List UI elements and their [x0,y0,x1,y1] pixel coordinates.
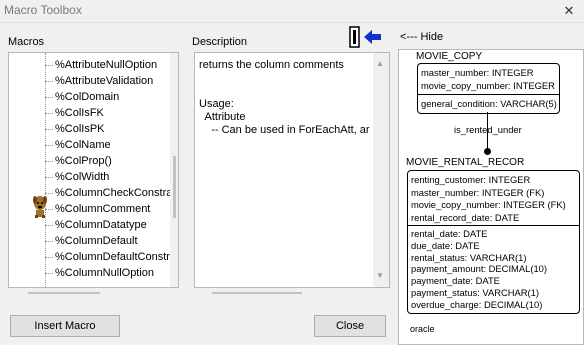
tree-connector [45,129,53,130]
description-hscrollbar[interactable] [194,288,390,298]
macro-item[interactable]: %ColumnDefaultConstr [55,249,170,265]
title-bar: Macro Toolbox ✕ [0,0,584,23]
close-icon[interactable]: ✕ [560,3,578,19]
macro-item[interactable]: %AttributeNullOption [55,57,157,73]
macro-item[interactable]: %AttributeValidation [55,73,153,89]
macro-item[interactable]: %ColumnDatatype [55,217,147,233]
scroll-up-icon[interactable]: ▲ [376,59,384,68]
attribute: payment_date: DATE [411,275,500,287]
macro-list-hscroll-thumb[interactable] [28,292,100,294]
tree-connector [45,241,53,242]
attribute: payment_amount: DECIMAL(10) [411,263,547,275]
description-label: Description [192,36,248,48]
tree-connector [45,97,53,98]
divider [418,94,559,95]
database-label: oracle [410,324,435,334]
left-arrow-icon[interactable] [349,26,383,48]
attribute: rental_record_date: DATE [411,211,520,223]
entity-name: MOVIE_COPY [416,51,483,62]
description-hscroll-thumb[interactable] [212,292,302,294]
macro-list-scrollbar[interactable] [170,53,178,287]
erd-preview: MOVIE_COPY master_number: INTEGER movie_… [398,49,584,345]
macro-item[interactable]: %ColumnDefault [55,233,138,249]
relationship-label: is_rented_under [454,124,522,135]
attribute: master_number: INTEGER [421,67,534,78]
attribute: movie_copy_number: INTEGER [421,80,555,91]
attribute: master_number: INTEGER (FK) [411,186,545,198]
macro-item[interactable]: %ColIsFK [55,105,104,121]
macros-label: Macros [8,36,45,48]
entity-movie-rental-record: renting_customer: INTEGER master_number: … [407,170,580,314]
tree-connector [45,225,53,226]
attribute: general_condition: VARCHAR(5) [421,98,557,109]
window-title: Macro Toolbox [4,3,82,17]
description-scrollbar[interactable]: ▲ ▼ [373,53,389,287]
tree-connector [45,273,53,274]
attribute: due_date: DATE [411,239,480,251]
entity-movie-copy: master_number: INTEGER movie_copy_number… [417,63,560,114]
insert-macro-button[interactable]: Insert Macro [10,315,120,337]
hide-link[interactable]: <--- Hide [400,31,443,43]
attribute: payment_status: VARCHAR(1) [411,287,539,298]
tree-connector [45,113,53,114]
macro-item[interactable]: %ColumnCheckConstra [55,185,172,201]
tree-connector [45,81,53,82]
tree-connector [45,161,53,162]
tree-connector [45,65,53,66]
macro-list[interactable]: %AttributeNullOption %AttributeValidation… [8,52,179,288]
close-button[interactable]: Close [314,315,386,337]
dog-cursor-icon [33,196,47,218]
scroll-down-icon[interactable]: ▼ [376,271,384,280]
tree-connector [45,193,53,194]
macro-item[interactable]: %ColumnNullOption [55,265,154,281]
macro-list-hscrollbar[interactable] [8,288,179,298]
tree-connector [45,257,53,258]
macro-item[interactable]: %ColumnComment [55,201,150,217]
attribute: movie_copy_number: INTEGER (FK) [411,199,566,210]
entity-name: MOVIE_RENTAL_RECOR [406,157,525,168]
tree-line [45,53,46,287]
macro-item[interactable]: %ColWidth [55,169,109,185]
attribute: overdue_charge: DECIMAL(10) [411,298,543,310]
description-text: returns the column comments Usage: Attri… [199,59,370,136]
macro-item[interactable]: %ColName [55,137,111,153]
divider [408,225,579,226]
macro-item[interactable]: %ColDomain [55,89,119,105]
attribute: rental_date: DATE [411,228,488,239]
tree-connector [45,145,53,146]
attribute: renting_customer: INTEGER [411,174,531,185]
macro-list-scroll-thumb[interactable] [173,156,176,218]
tree-connector [45,177,53,178]
macro-item[interactable]: %ColIsPK [55,121,105,137]
attribute: rental_status: VARCHAR(1) [411,251,527,263]
description-box[interactable]: returns the column comments Usage: Attri… [194,52,390,288]
macro-item[interactable]: %ColProp() [55,153,112,169]
relationship-dot [484,148,491,155]
